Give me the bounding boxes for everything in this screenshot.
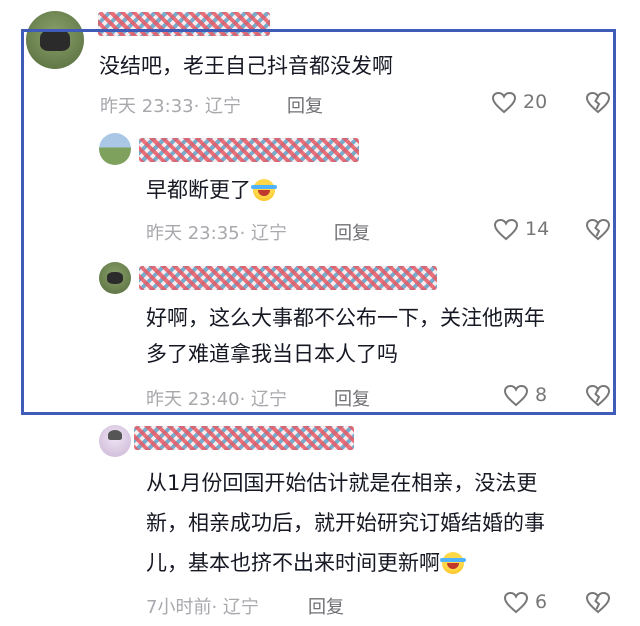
reply-meta: 7小时前· 辽宁 xyxy=(146,593,259,619)
broken-heart-icon[interactable] xyxy=(585,591,611,615)
reply-button[interactable]: 回复 xyxy=(308,593,344,619)
reply-time: 7小时前 xyxy=(146,597,212,618)
laugh-cry-emoji-icon xyxy=(440,552,466,574)
reply-text: 从1月份回国开始估计就是在相亲，没法更 xyxy=(146,471,538,495)
username[interactable] xyxy=(134,426,354,450)
like-count: 6 xyxy=(535,591,548,613)
heart-outline-icon xyxy=(503,591,529,614)
like-button[interactable]: 6 xyxy=(503,589,553,617)
reply-text: 儿，基本也挤不出来时间更新啊 xyxy=(146,546,466,580)
avatar[interactable] xyxy=(99,425,131,457)
reply-location: · 辽宁 xyxy=(211,597,259,618)
highlight-frame xyxy=(21,29,616,415)
reply-text: 新，相亲成功后，就开始研究订婚结婚的事 xyxy=(146,511,545,535)
